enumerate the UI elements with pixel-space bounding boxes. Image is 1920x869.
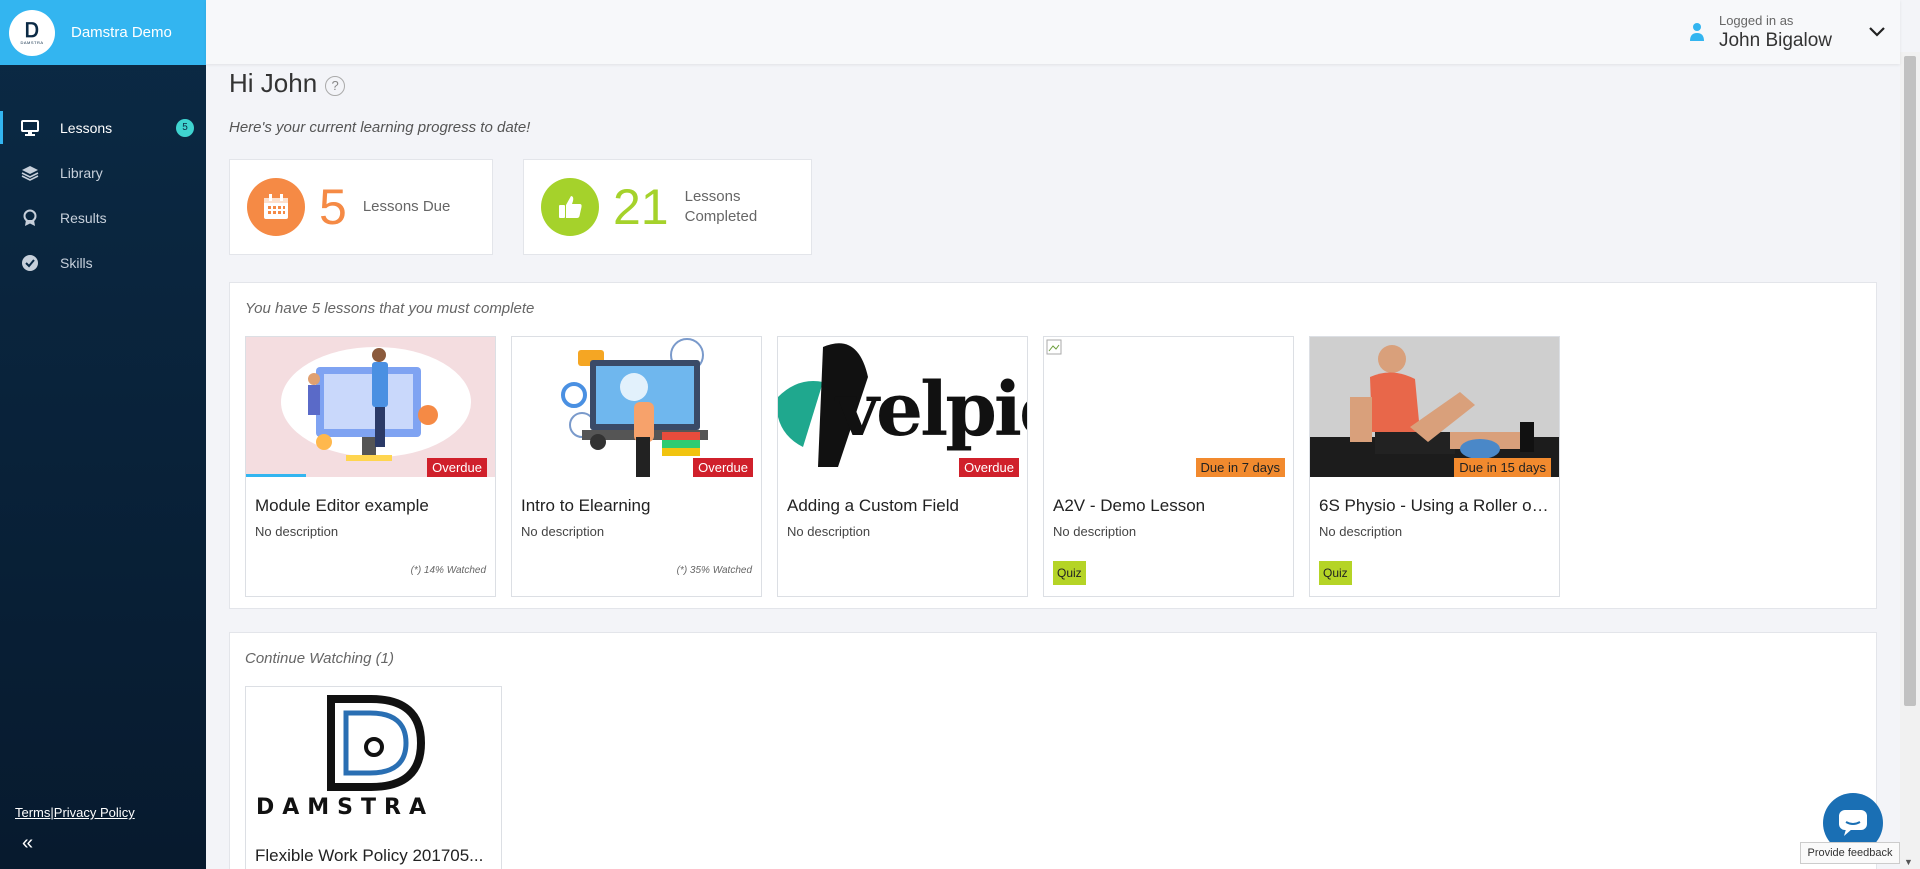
brand-name: Damstra Demo: [71, 24, 172, 41]
lessons-due-stat: 5 Lessons Due: [229, 159, 493, 255]
lessons-due-count: 5: [319, 179, 347, 235]
lesson-thumbnail: Overdue: [246, 337, 495, 477]
sidebar-item-skills[interactable]: Skills: [0, 240, 206, 285]
status-badge: Due in 15 days: [1454, 458, 1551, 477]
user-icon: [1689, 23, 1704, 41]
watched-progress: (*) 35% Watched: [676, 565, 752, 576]
damstra-logo-text: DAMSTRA: [256, 795, 434, 820]
lesson-description: No description: [255, 524, 339, 539]
lesson-title: Module Editor example: [255, 496, 429, 515]
privacy-policy-link[interactable]: Privacy Policy: [54, 805, 135, 820]
provide-feedback-button[interactable]: Provide feedback: [1800, 842, 1900, 864]
user-meta: Logged in as John Bigalow: [1719, 13, 1832, 52]
status-badge: Overdue: [427, 458, 487, 477]
sidebar-item-library[interactable]: Library: [0, 150, 206, 195]
page-scrollbar[interactable]: ▼: [1900, 52, 1920, 869]
user-menu[interactable]: Logged in as John Bigalow: [1689, 0, 1900, 64]
user-name: John Bigalow: [1718, 29, 1832, 51]
check-circle-icon: [20, 253, 40, 273]
lesson-card[interactable]: velpic Overdue Adding a Custom Field No …: [777, 336, 1028, 597]
top-header: Logged in as John Bigalow: [206, 0, 1900, 64]
lesson-description: No description: [787, 524, 871, 539]
lesson-thumbnail: Due in 15 days: [1310, 337, 1559, 477]
award-icon: [20, 208, 40, 228]
lessons-completed-label: Lessons Completed: [685, 187, 758, 227]
lesson-title: A2V - Demo Lesson: [1053, 496, 1206, 515]
lesson-card[interactable]: Overdue Module Editor example No descrip…: [245, 336, 496, 597]
calendar-icon: [247, 178, 305, 236]
velpic-logo-text: velpic: [836, 367, 1027, 453]
lesson-description: No description: [1319, 524, 1403, 539]
sidebar-item-label: Results: [60, 209, 107, 226]
continue-watching-title: Continue Watching (1): [245, 650, 394, 667]
logged-in-label: Logged in as: [1718, 12, 1794, 28]
status-badge: Overdue: [693, 458, 753, 477]
page-title: Hi John ?: [229, 68, 346, 99]
progress-subtitle: Here's your current learning progress to…: [229, 119, 531, 136]
lesson-card[interactable]: Due in 7 days A2V - Demo Lesson No descr…: [1043, 336, 1294, 597]
help-icon[interactable]: ?: [325, 75, 346, 96]
lesson-card[interactable]: Due in 15 days 6S Physio - Using a Rolle…: [1309, 336, 1560, 597]
lessons-completed-label-line1: Lessons: [684, 188, 741, 205]
greeting-text: Hi John: [229, 68, 318, 98]
brand-logo-text: DAMSTRA: [20, 40, 44, 45]
quiz-badge: Quiz: [1319, 561, 1352, 585]
due-lessons-title: You have 5 lessons that you must complet…: [245, 300, 535, 317]
watched-progress: (*) 14% Watched: [410, 565, 486, 576]
thumbs-up-icon: [541, 178, 599, 236]
lessons-due-label: Lessons Due: [362, 198, 451, 215]
lesson-thumbnail: Due in 7 days: [1044, 337, 1293, 477]
lesson-thumbnail: velpic Overdue: [778, 337, 1027, 477]
quiz-badge: Quiz: [1053, 561, 1086, 585]
due-lessons-panel: You have 5 lessons that you must complet…: [229, 282, 1877, 609]
sidebar-footer: Terms|Privacy Policy: [15, 805, 135, 820]
lessons-completed-count: 21: [613, 179, 669, 235]
scrollbar-thumb[interactable]: [1904, 56, 1916, 706]
sidebar-nav: Lessons 5 Library Results Skills: [0, 105, 206, 285]
lesson-title: Intro to Elearning: [521, 496, 651, 515]
lesson-title: Flexible Work Policy 201705...: [255, 846, 484, 865]
broken-image-icon: [1046, 339, 1062, 355]
collapse-sidebar-button[interactable]: «: [22, 832, 33, 855]
lesson-thumbnail: Overdue: [512, 337, 761, 477]
lessons-completed-stat: 21 Lessons Completed: [523, 159, 812, 255]
lessons-completed-label-line2: Completed: [684, 208, 758, 225]
lesson-card[interactable]: Overdue Intro to Elearning No descriptio…: [511, 336, 762, 597]
continue-watching-panel: Continue Watching (1) DAMSTRA Flexible W…: [229, 632, 1877, 869]
lesson-description: No description: [1053, 524, 1137, 539]
layers-icon: [20, 163, 40, 183]
chevron-down-icon[interactable]: [1868, 23, 1886, 41]
sidebar-item-results[interactable]: Results: [0, 195, 206, 240]
lesson-thumbnail: DAMSTRA: [246, 687, 501, 827]
lesson-title: Adding a Custom Field: [787, 496, 959, 515]
sidebar-item-lessons[interactable]: Lessons 5: [0, 105, 206, 150]
terms-link[interactable]: Terms: [15, 805, 50, 820]
chat-bubble-icon: [1839, 810, 1867, 836]
lesson-card[interactable]: DAMSTRA Flexible Work Policy 201705...: [245, 686, 502, 869]
sidebar-item-label: Library: [60, 164, 103, 181]
brand-bar: Ꭰ DAMSTRA Damstra Demo: [0, 0, 206, 65]
sidebar: Ꭰ DAMSTRA Damstra Demo Lessons 5 Library…: [0, 0, 206, 869]
monitor-icon: [20, 118, 40, 138]
lesson-title: 6S Physio - Using a Roller on...: [1319, 496, 1554, 515]
lessons-count-badge: 5: [176, 118, 194, 137]
scroll-down-arrow[interactable]: ▼: [1904, 857, 1913, 867]
status-badge: Overdue: [959, 458, 1019, 477]
brand-logo[interactable]: Ꭰ DAMSTRA: [9, 9, 55, 56]
lesson-description: No description: [521, 524, 605, 539]
sidebar-item-label: Lessons: [60, 119, 113, 136]
status-badge: Due in 7 days: [1195, 458, 1285, 477]
sidebar-item-label: Skills: [60, 254, 93, 271]
